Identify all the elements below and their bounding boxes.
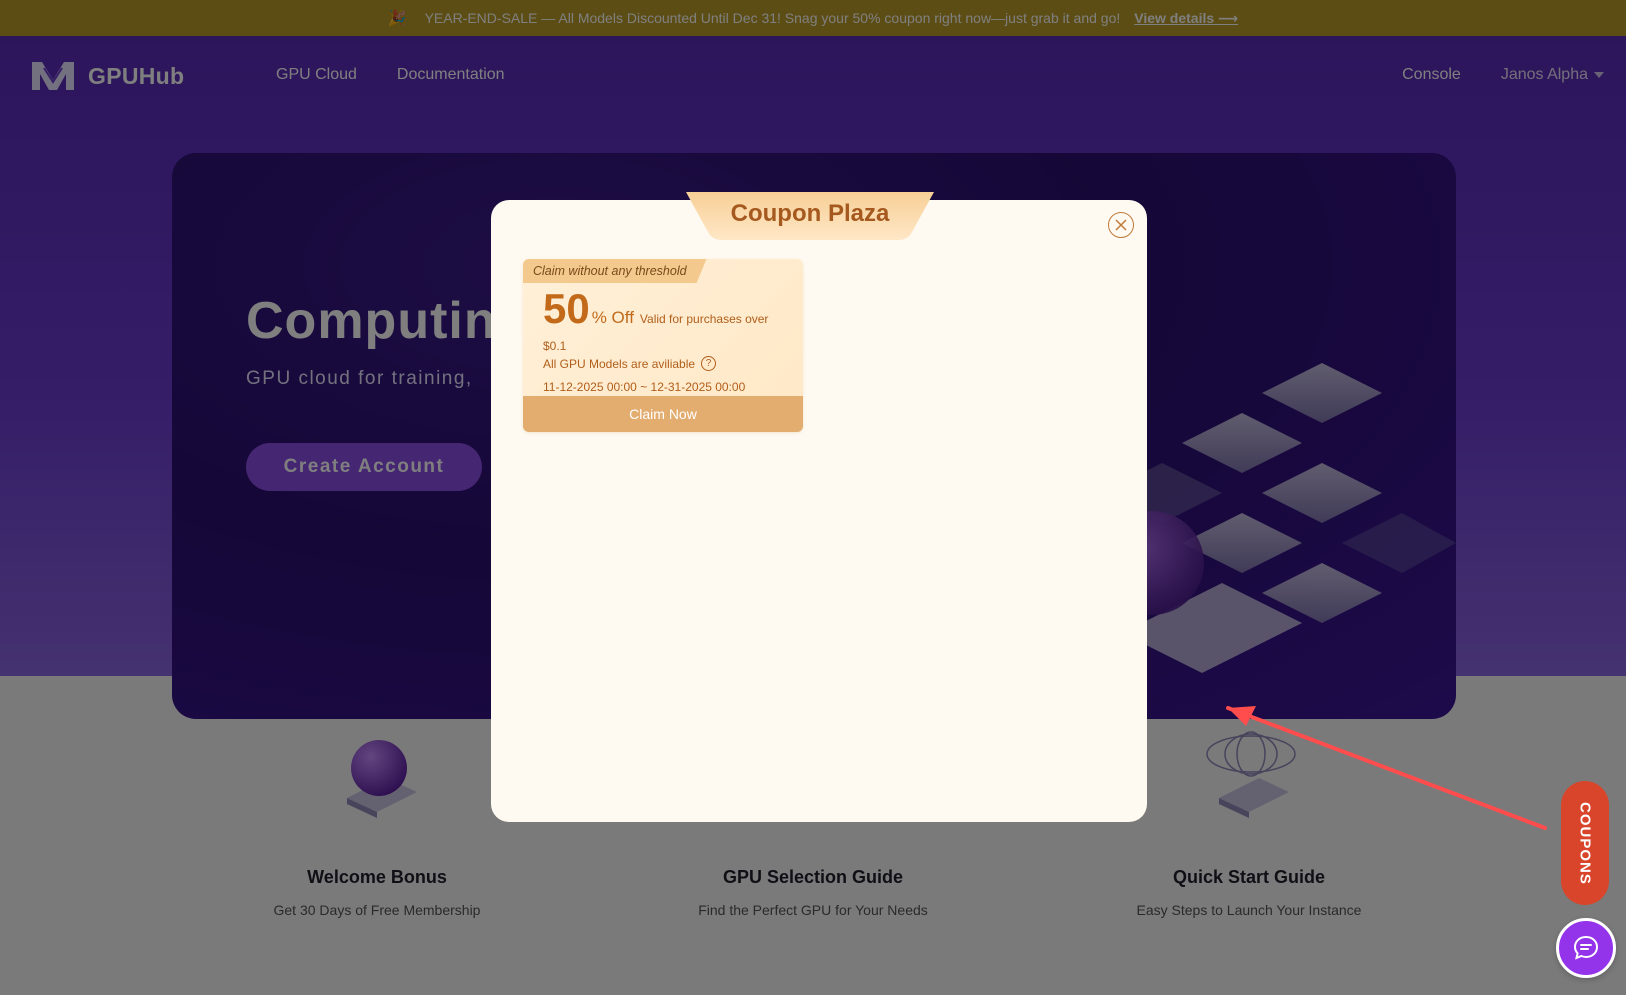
coupon-models: All GPU Models are aviliable ? xyxy=(543,356,717,371)
claim-now-button[interactable]: Claim Now xyxy=(523,396,803,432)
modal-title: Coupon Plaza xyxy=(730,200,890,227)
chat-icon xyxy=(1573,935,1599,960)
coupons-tab-label: COUPONS xyxy=(1576,801,1594,885)
coupon-amount: 50 % Off Valid for purchases over xyxy=(543,288,768,330)
coupon-models-text: All GPU Models are aviliable xyxy=(543,356,696,371)
chat-button[interactable] xyxy=(1556,918,1616,978)
modal-title-ribbon: Coupon Plaza xyxy=(686,192,934,240)
coupon-validity: Valid for purchases over xyxy=(639,312,769,326)
coupon-dates: 11-12-2025 00:00 ~ 12-31-2025 00:00 xyxy=(543,380,746,394)
coupon-threshold-tag: Claim without any threshold xyxy=(523,259,707,283)
coupon-value: 50 xyxy=(543,285,590,332)
coupon-plaza-modal: Coupon Plaza Claim without any threshold… xyxy=(491,192,1147,822)
coupon-card: Claim without any threshold 50 % Off Val… xyxy=(523,259,803,432)
close-modal-button[interactable] xyxy=(1108,212,1134,238)
help-icon[interactable]: ? xyxy=(701,356,717,371)
coupon-unit: % Off xyxy=(591,308,634,327)
coupon-minimum: $0.1 xyxy=(543,339,567,353)
coupons-side-tab[interactable]: COUPONS xyxy=(1561,781,1609,905)
close-icon xyxy=(1115,219,1127,231)
